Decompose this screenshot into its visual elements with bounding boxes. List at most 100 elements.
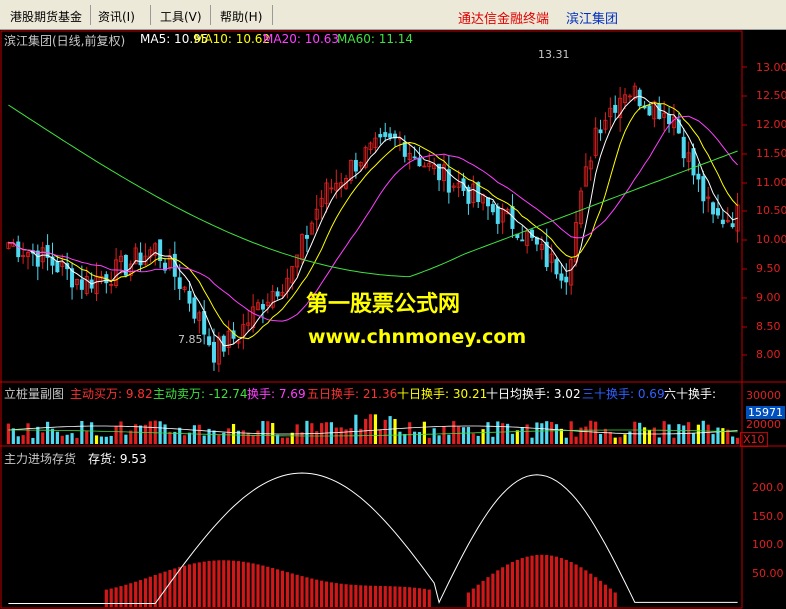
candle-body [598, 129, 603, 134]
candle-body [485, 197, 490, 207]
kline-chart-svg[interactable] [0, 30, 786, 609]
inventory-bar [378, 585, 382, 607]
volume-bar [496, 421, 500, 444]
volume-bar [31, 437, 35, 444]
inventory-bar [368, 585, 373, 607]
inventory-bar [290, 573, 294, 607]
candle-body [211, 341, 216, 363]
candle-body [192, 297, 197, 319]
inventory-bar [408, 587, 412, 607]
volume-bar [457, 426, 461, 444]
candle-body [559, 273, 564, 281]
volume-bar [711, 434, 715, 444]
volume-bar [202, 435, 206, 444]
inventory-bar [192, 563, 196, 607]
volume-bar [427, 437, 431, 444]
volume-bar [55, 431, 59, 444]
chart-area[interactable]: 滨江集团(日线,前复权) MA5: 10.95 MA10: 10.62 MA20… [0, 30, 786, 609]
volume-bar [564, 437, 568, 444]
inventory-bar [598, 580, 603, 607]
inventory-bar [158, 573, 162, 607]
volume-bar [486, 422, 490, 444]
inventory-bar [530, 555, 534, 607]
volume-bar [104, 436, 108, 444]
volume-bar [613, 437, 617, 444]
menu-separator [150, 5, 151, 25]
inventory-bar [300, 576, 304, 607]
volume-bar [662, 421, 666, 444]
inventory-bar [550, 555, 554, 607]
stock-name-title: 滨江集团 [566, 12, 619, 27]
candle-body [701, 176, 706, 202]
volume-bar [598, 434, 603, 444]
volume-bar [422, 421, 426, 444]
volume-bar [90, 422, 94, 444]
avg-turnover-label: 十日均换手: 3.02 [486, 387, 581, 401]
inventory-bar [271, 568, 275, 607]
inventory-bar [364, 585, 368, 607]
volume-bar [45, 421, 50, 444]
candle-body [657, 103, 662, 119]
volume-bar [584, 426, 588, 444]
volume-bar [437, 435, 441, 444]
volume-bar [183, 435, 187, 444]
volume-bar [11, 428, 15, 444]
y-tick: 13.00 [756, 61, 786, 74]
volume-bar [691, 433, 696, 444]
volume-bar [99, 436, 104, 444]
volume-bar [290, 432, 294, 444]
inventory-bar [496, 570, 500, 607]
volume-bar [6, 423, 11, 444]
volume-bar [163, 424, 167, 444]
menu-separator [90, 5, 91, 25]
inventory-bar [114, 587, 118, 607]
watermark-cn: 第一股票公式网 [306, 292, 461, 317]
volume-bar [412, 431, 417, 444]
inventory-bar [344, 584, 348, 607]
active-buy-label: 主动买万: 9.82 [70, 387, 153, 401]
candle-body [554, 259, 559, 275]
main-chart-title: 滨江集团(日线,前复权) [4, 34, 126, 48]
volume-bar [280, 437, 285, 444]
volume-bar [364, 418, 368, 444]
volume-bar [638, 422, 642, 444]
inventory-bar [559, 558, 563, 607]
inventory-bar [197, 562, 201, 607]
inventory-bar [285, 572, 289, 607]
inventory-bar [603, 584, 608, 607]
inventory-bar [324, 581, 329, 607]
inventory-bar [320, 580, 324, 607]
volume-bar [461, 427, 466, 444]
inventory-bar [403, 586, 407, 607]
inventory-bar [109, 588, 113, 607]
volume-bar [153, 420, 157, 444]
inventory-bar [535, 555, 539, 607]
menu-tools[interactable]: 工具(V) [160, 8, 202, 25]
volume-bar [217, 434, 221, 444]
inventory-bar [393, 586, 397, 607]
menu-hk-futures-funds[interactable]: 港股期货基金 [10, 8, 82, 25]
volume-bar [114, 426, 118, 444]
volume-bar [603, 428, 608, 444]
candle-body [378, 134, 383, 138]
inventory-bar [207, 560, 211, 607]
menu-news[interactable]: 资讯(I) [98, 8, 135, 25]
menu-separator [272, 5, 273, 25]
inventory-bar [486, 577, 490, 607]
candle-body [667, 113, 672, 125]
candle-body [417, 157, 422, 167]
candle-body [730, 223, 735, 228]
inventory-bar [305, 577, 309, 607]
inventory-bar [476, 584, 480, 607]
y-tick: 10.50 [756, 204, 786, 217]
inventory-bar [525, 556, 529, 607]
inventory-bar [491, 573, 495, 607]
volume-bar [554, 424, 559, 444]
volume-bar [36, 426, 40, 444]
volume-bar [26, 423, 30, 444]
volume-bar [354, 414, 358, 444]
turnover30-label: 三十换手: 0.69 [582, 387, 665, 401]
inventory-bar [589, 573, 593, 607]
volume-bar [647, 430, 652, 444]
menu-help[interactable]: 帮助(H) [220, 8, 262, 25]
